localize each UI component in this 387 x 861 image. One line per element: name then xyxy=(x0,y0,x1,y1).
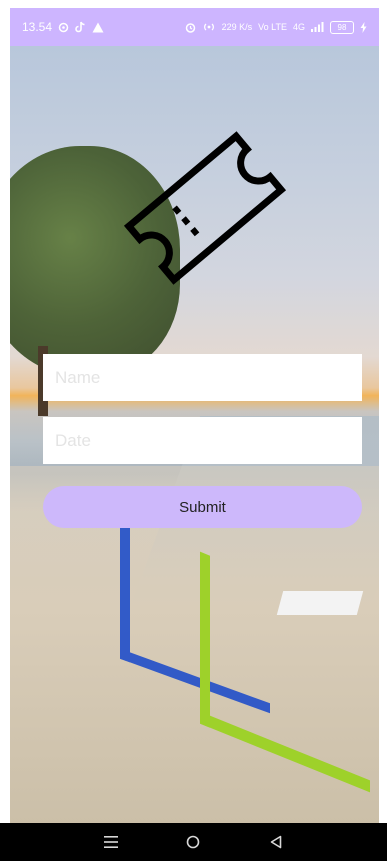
status-time: 13.54 xyxy=(22,20,53,34)
name-input[interactable] xyxy=(43,354,362,401)
tiktok-icon xyxy=(75,21,85,33)
navigation-bar xyxy=(0,823,387,861)
ticket-form: Submit xyxy=(43,354,362,528)
nav-home-button[interactable] xyxy=(173,827,213,857)
status-left: 13.54 xyxy=(22,20,104,34)
data-speed-label: 229 K/s xyxy=(221,22,253,32)
nav-back-button[interactable] xyxy=(256,827,296,857)
ticket-icon xyxy=(123,131,287,285)
home-icon xyxy=(187,835,200,849)
alert-triangle-icon xyxy=(92,22,104,32)
charging-icon xyxy=(360,21,367,33)
menu-icon xyxy=(104,836,119,848)
nav-menu-button[interactable] xyxy=(91,827,131,857)
hotspot-icon xyxy=(203,23,214,31)
date-input[interactable] xyxy=(43,417,362,464)
network-label: 4G xyxy=(292,22,305,32)
alarm-icon xyxy=(185,22,195,33)
battery-icon: 98 xyxy=(330,20,354,34)
back-icon xyxy=(270,835,282,849)
signal-icon xyxy=(311,22,324,32)
app-screen: 13.54 229 K/s Vo LTE 4G 98 Name Date Sub… xyxy=(0,0,387,861)
status-right: 229 K/s Vo LTE 4G 98 xyxy=(185,20,367,34)
settings-dot-icon xyxy=(58,22,69,32)
volte-label: Vo LTE xyxy=(258,22,287,32)
white-table-shape xyxy=(276,591,364,615)
status-bar: 13.54 229 K/s Vo LTE 4G 98 xyxy=(10,8,379,46)
submit-button[interactable]: Submit xyxy=(43,486,362,528)
